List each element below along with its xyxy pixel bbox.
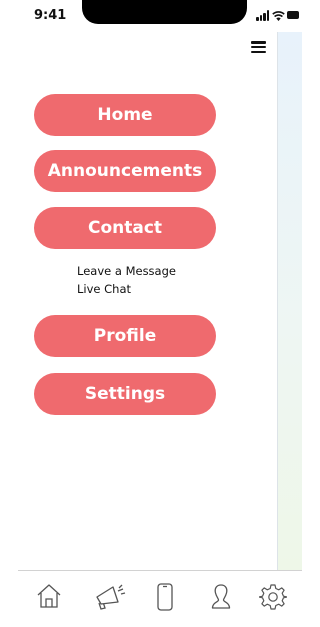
device-notch <box>82 0 247 24</box>
status-time: 9:41 <box>34 8 67 23</box>
signal-icon <box>256 10 270 21</box>
contact-submenu: Leave a Message Live Chat <box>77 262 176 298</box>
battery-icon <box>287 11 299 19</box>
status-bar: 9:41 <box>0 0 302 32</box>
menu-announcements-button[interactable]: Announcements <box>34 150 216 192</box>
content-peek <box>277 32 302 572</box>
menu-contact-button[interactable]: Contact <box>34 207 216 249</box>
menu-home-button[interactable]: Home <box>34 94 216 136</box>
phone-icon[interactable] <box>156 583 174 611</box>
person-icon[interactable] <box>210 583 232 611</box>
submenu-live-chat[interactable]: Live Chat <box>77 280 176 298</box>
wifi-icon <box>272 11 285 21</box>
menu-settings-button[interactable]: Settings <box>34 373 216 415</box>
home-icon[interactable] <box>35 583 63 609</box>
hamburger-menu-icon[interactable] <box>251 41 266 53</box>
submenu-leave-message[interactable]: Leave a Message <box>77 262 176 280</box>
status-icons <box>256 10 300 22</box>
gear-icon[interactable] <box>259 583 287 611</box>
bottom-tab-bar <box>18 570 302 626</box>
menu-profile-button[interactable]: Profile <box>34 315 216 357</box>
megaphone-icon[interactable] <box>93 583 127 611</box>
